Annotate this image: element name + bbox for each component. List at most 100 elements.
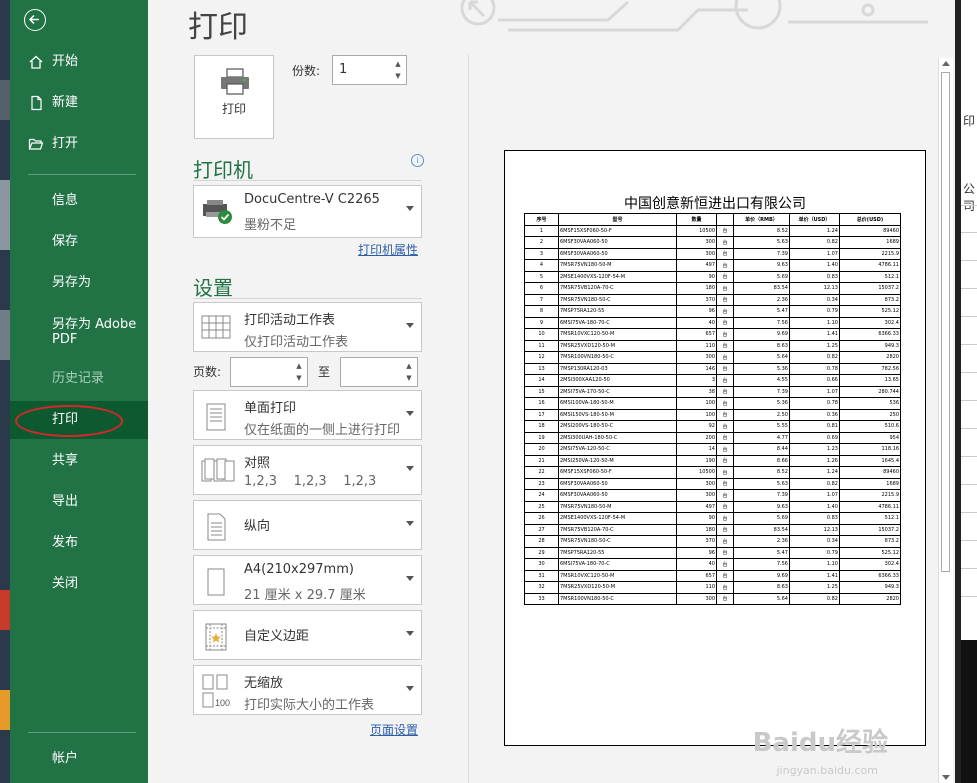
table-cell: 782.56 bbox=[839, 362, 901, 375]
table-cell: 5.69 bbox=[733, 270, 790, 283]
nav-export[interactable]: 导出 bbox=[10, 483, 148, 521]
nav-publish[interactable]: 发布 bbox=[10, 524, 148, 562]
nav-home[interactable]: 开始 bbox=[10, 43, 148, 81]
spin-up-icon[interactable]: ▲ bbox=[293, 361, 305, 371]
nav-history[interactable]: 历史记录 bbox=[10, 360, 148, 398]
scroll-thumb[interactable] bbox=[941, 72, 950, 572]
table-cell: 台 bbox=[716, 328, 734, 341]
nav-label: 信息 bbox=[52, 193, 79, 208]
nav-account[interactable]: 帐户 bbox=[10, 740, 148, 778]
printer-select[interactable]: DocuCentre-V C2265 墨粉不足 bbox=[193, 185, 422, 238]
table-cell: 1.10 bbox=[789, 558, 840, 571]
table-cell: 370 bbox=[676, 535, 717, 548]
scroll-up-icon[interactable] bbox=[942, 61, 950, 66]
setting-collation[interactable]: 对照 1,2,3 1,2,3 1,2,3 bbox=[193, 445, 422, 495]
table-cell: 1.07 bbox=[789, 385, 840, 398]
table-cell: 118.16 bbox=[839, 443, 901, 456]
table-row: 32 7MSR25VXD120-50-M 110 台 8.63 1.25 949.3 bbox=[524, 581, 901, 594]
table-row: 25 7MSR75VN180-50-M 497 台 9.63 1.40 4786.11 bbox=[524, 500, 901, 513]
table-row: 15 2MSI75VA-170-50-C 38 台 7.39 1.07 280.744 bbox=[524, 385, 901, 398]
nav-save[interactable]: 保存 bbox=[10, 223, 148, 261]
preview-scrollbar[interactable] bbox=[938, 58, 953, 783]
nav-new[interactable]: 新建 bbox=[10, 84, 148, 122]
table-cell: 1.40 bbox=[789, 259, 840, 272]
setting-margins[interactable]: 自定义边距 bbox=[193, 610, 422, 660]
nav-print[interactable]: 打印 bbox=[10, 401, 148, 439]
settings-heading: 设置 bbox=[193, 276, 233, 300]
printer-properties-link[interactable]: 打印机属性 bbox=[358, 241, 418, 258]
copies-spinner[interactable]: 1 ▲ ▼ bbox=[332, 55, 407, 85]
table-cell: 29 bbox=[524, 546, 559, 559]
print-button-label: 打印 bbox=[221, 102, 246, 116]
table-cell: 12.13 bbox=[789, 523, 840, 536]
table-cell: 8.63 bbox=[733, 581, 790, 594]
nav-open[interactable]: 打开 bbox=[10, 125, 148, 163]
table-cell: 180 bbox=[676, 523, 717, 536]
table-cell: 8.66 bbox=[733, 454, 790, 467]
pages-from-spinner[interactable]: ▲ ▼ bbox=[230, 357, 308, 387]
setting-paper-size[interactable]: A4(210x297mm) 21 厘米 x 29.7 厘米 bbox=[193, 555, 422, 605]
table-cell: 0.83 bbox=[789, 512, 840, 525]
preview-title: 中国创意新恒进出口有限公司 bbox=[624, 196, 806, 212]
table-cell: 台 bbox=[716, 224, 734, 237]
table-cell: 510.6 bbox=[839, 420, 901, 433]
table-cell: 32 bbox=[524, 581, 559, 594]
table-cell: 1.25 bbox=[789, 339, 840, 352]
nav-close[interactable]: 关闭 bbox=[10, 565, 148, 603]
setting-subtitle: 21 厘米 x 29.7 厘米 bbox=[244, 588, 366, 603]
table-cell: 7MSR25VXD120-50-M bbox=[558, 339, 677, 352]
table-cell: 1.07 bbox=[789, 489, 840, 502]
table-cell: 15 bbox=[524, 385, 559, 398]
table-cell: 1.07 bbox=[789, 247, 840, 260]
page-setup-link[interactable]: 页面设置 bbox=[370, 721, 418, 738]
printer-name: DocuCentre-V C2265 bbox=[244, 192, 380, 207]
setting-subtitle: 打印实际大小的工作表 bbox=[244, 698, 375, 713]
table-cell: 台 bbox=[716, 385, 734, 398]
back-button[interactable] bbox=[24, 9, 46, 31]
table-header-cell: 序号 bbox=[524, 213, 559, 226]
nav-save-as[interactable]: 另存为 bbox=[10, 264, 148, 302]
table-row: 22 6MSF15XSF060-50-F 10500 台 8.52 1.24 89460 bbox=[524, 466, 901, 479]
setting-subtitle: 仅打印活动工作表 bbox=[244, 335, 349, 350]
table-cell: 台 bbox=[716, 466, 734, 479]
spin-down-icon[interactable]: ▼ bbox=[403, 373, 415, 383]
table-cell: 25 bbox=[524, 500, 559, 513]
table-cell: 台 bbox=[716, 270, 734, 283]
setting-scaling[interactable]: 100 无缩放 打印实际大小的工作表 bbox=[193, 665, 422, 715]
info-icon[interactable]: i bbox=[411, 154, 424, 167]
table-cell: 7MSP130RA120-03 bbox=[558, 362, 677, 375]
table-cell: 280.744 bbox=[839, 385, 901, 398]
table-cell: 8.52 bbox=[733, 224, 790, 237]
table-cell: 21 bbox=[524, 454, 559, 467]
spin-down-icon[interactable]: ▼ bbox=[392, 71, 404, 81]
table-cell: 2MSI250VA-120-50-M bbox=[558, 454, 677, 467]
spin-up-icon[interactable]: ▲ bbox=[392, 59, 404, 69]
nav-share[interactable]: 共享 bbox=[10, 442, 148, 480]
nav-save-as-adobe-pdf[interactable]: 另存为 Adobe PDF bbox=[10, 313, 148, 353]
table-cell: 657 bbox=[676, 569, 717, 582]
setting-orientation[interactable]: 纵向 bbox=[193, 500, 422, 550]
table-cell: 6366.33 bbox=[839, 328, 901, 341]
table-cell: 0.79 bbox=[789, 546, 840, 559]
print-button[interactable]: 打印 bbox=[194, 55, 274, 139]
setting-print-what[interactable]: 打印活动工作表 仅打印活动工作表 bbox=[193, 302, 422, 352]
table-cell: 0.82 bbox=[789, 351, 840, 364]
nav-label: 新建 bbox=[52, 95, 79, 110]
setting-sides[interactable]: 单面打印 仅在纸面的一侧上进行打印 bbox=[193, 390, 422, 440]
table-cell: 6MSI150VS-180-50-M bbox=[558, 408, 677, 421]
spin-down-icon[interactable]: ▼ bbox=[293, 373, 305, 383]
table-row: 13 7MSP130RA120-03 146 台 5.36 0.78 782.56 bbox=[524, 362, 901, 375]
pages-to-spinner[interactable]: ▲ ▼ bbox=[340, 357, 418, 387]
table-cell: 7.39 bbox=[733, 385, 790, 398]
chevron-down-icon bbox=[406, 411, 414, 416]
nav-info[interactable]: 信息 bbox=[10, 182, 148, 220]
setting-title: 单面打印 bbox=[244, 401, 297, 416]
table-cell: 1.23 bbox=[789, 443, 840, 456]
scroll-down-icon[interactable] bbox=[942, 775, 950, 780]
spin-up-icon[interactable]: ▲ bbox=[403, 361, 415, 371]
table-cell: 302.4 bbox=[839, 316, 901, 329]
table-cell: 台 bbox=[716, 581, 734, 594]
table-cell: 4786.11 bbox=[839, 500, 901, 513]
table-cell: 7MSR75VB120A-70-C bbox=[558, 282, 677, 295]
table-cell: 2MSI75VA-120-50-C bbox=[558, 443, 677, 456]
